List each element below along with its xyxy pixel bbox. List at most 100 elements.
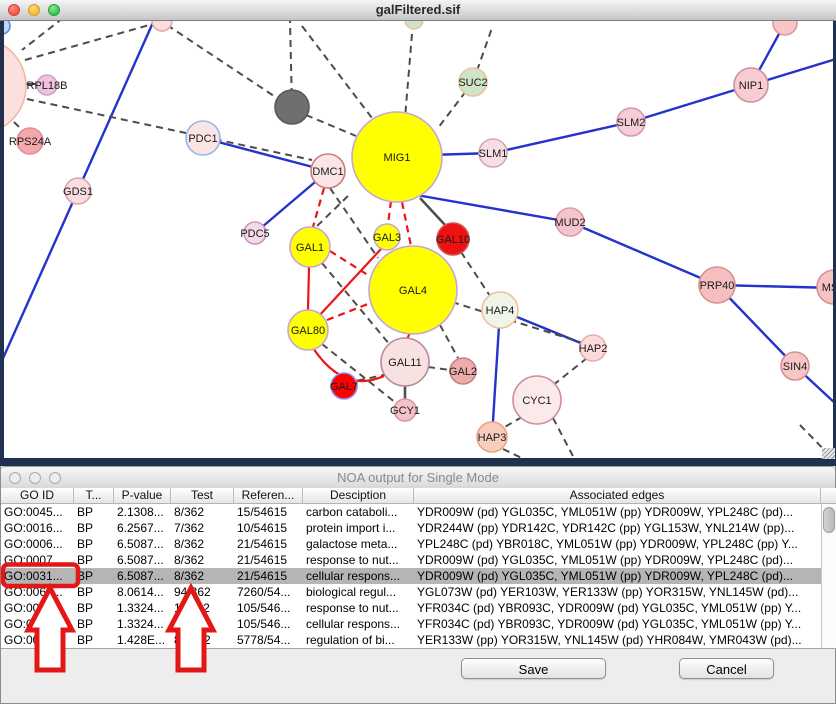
network-edge [440, 325, 458, 358]
table-cell: cellular respons... [303, 616, 414, 632]
network-edge [302, 26, 372, 118]
network-edge [27, 99, 312, 160]
resize-grip-icon[interactable] [822, 448, 835, 459]
table-cell: 6.5087... [114, 568, 171, 584]
table-cell: 21/54615 [234, 536, 303, 552]
node-label: MIG1 [384, 152, 411, 164]
vertical-scrollbar-thumb[interactable] [823, 507, 835, 533]
table-cell: GO:0016... [1, 520, 74, 536]
table-row[interactable]: GO:0031...BP1.3324...11/362105/546...cel… [1, 616, 821, 632]
network-edge [308, 267, 309, 310]
table-cell: 15/54615 [234, 504, 303, 520]
table-cell: 21/54615 [234, 552, 303, 568]
network-window-title: galFiltered.sif [0, 0, 836, 20]
table-cell: 8/362 [171, 504, 234, 520]
network-edge [330, 188, 378, 258]
table-row[interactable]: GO:0065...BP8.0614...94/3627260/54...bio… [1, 584, 821, 600]
node-label: HAP2 [579, 343, 608, 355]
table-cell: 8/362 [171, 536, 234, 552]
table-cell: 1.428E... [114, 632, 171, 648]
node-label: GCY1 [390, 405, 420, 417]
table-cell: 5778/54... [234, 632, 303, 648]
node-label: RPL18B [27, 80, 68, 92]
table-row[interactable]: GO:0016...BP6.2567...7/36210/54615protei… [1, 520, 821, 536]
network-edge [405, 22, 413, 118]
node-label: HAP4 [486, 305, 515, 317]
table-cell: GO:0045... [1, 504, 74, 520]
node-label: PDC5 [240, 228, 269, 240]
noa-window-titlebar[interactable]: NOA output for Single Mode [1, 466, 835, 490]
table-cell: 11/362 [171, 616, 234, 632]
network-edge [492, 310, 500, 437]
node-label: PRP40 [700, 280, 735, 292]
network-edge [167, 25, 280, 100]
table-cell: 80/362 [171, 632, 234, 648]
column-header[interactable]: Desciption [303, 488, 414, 504]
column-header[interactable]: Associated edges [414, 488, 821, 504]
table-cell: YDR009W (pd) YGL035C, YML051W (pp) YDR00… [414, 504, 821, 520]
screen: RPL18BRPS24AGDS1PDC1DMC1MIG1SUC2SLM1SLM2… [0, 0, 836, 704]
node-label: GAL1 [296, 242, 324, 254]
node-unnamed-gray[interactable] [275, 90, 309, 124]
table-cell: 10/54615 [234, 520, 303, 536]
table-cell: YDR244W (pp) YDR142C, YDR142C (pp) YGL15… [414, 520, 821, 536]
network-window-titlebar[interactable]: galFiltered.sif [0, 0, 836, 21]
table-cell: YGL073W (pd) YER103W, YER133W (pp) YOR31… [414, 584, 821, 600]
table-cell: BP [74, 536, 114, 552]
node-label: GAL2 [449, 366, 477, 378]
table-cell: 1.3324... [114, 600, 171, 616]
divider [1, 648, 836, 649]
network-edge [306, 115, 356, 136]
table-cell: 6.5087... [114, 552, 171, 568]
node-label: MUD2 [554, 217, 585, 229]
node-label: SLM2 [617, 117, 646, 129]
network-edge [552, 358, 587, 386]
column-header[interactable]: Test [171, 488, 234, 504]
table-cell: YFR034C (pd) YBR093C, YDR009W (pd) YGL03… [414, 600, 821, 616]
table-cell: 1.3324... [114, 616, 171, 632]
table-row[interactable]: GO:0031...BP6.5087...8/36221/54615cellul… [1, 568, 821, 584]
table-cell: BP [74, 584, 114, 600]
node-label: SUC2 [458, 77, 487, 89]
network-edge [428, 367, 450, 370]
table-cell: regulation of bi... [303, 632, 414, 648]
table-cell: 105/546... [234, 616, 303, 632]
table-cell: BP [74, 632, 114, 648]
table-row[interactable]: GO:0006...BP6.5087...8/36221/54615galact… [1, 536, 821, 552]
node-label: SIN4 [783, 361, 807, 373]
window-border-left [0, 20, 4, 458]
column-header[interactable]: Referen... [234, 488, 303, 504]
table-row[interactable]: GO:0031...BP1.3324...11/362105/546...res… [1, 600, 821, 616]
table-cell: protein import i... [303, 520, 414, 536]
table-cell: YER133W (pp) YOR315W, YNL145W (pd) YHR08… [414, 632, 821, 648]
table-cell: YPL248C (pd) YBR018C, YML051W (pp) YDR00… [414, 536, 821, 552]
table-cell: GO:0006... [1, 536, 74, 552]
save-button[interactable]: Save [461, 658, 606, 679]
table-cell: 94/362 [171, 584, 234, 600]
table-cell: cellular respons... [303, 568, 414, 584]
noa-output-window: NOA output for Single Mode GO IDT...P-va… [0, 466, 836, 704]
network-edge [570, 222, 717, 285]
column-header[interactable]: GO ID [1, 488, 74, 504]
node-label: RPS24A [9, 136, 52, 148]
table-cell: YFR034C (pd) YBR093C, YDR009W (pd) YGL03… [414, 616, 821, 632]
node-label: HAP3 [478, 432, 507, 444]
table-row[interactable]: GO:0050...BP1.428E...80/3625778/54...reg… [1, 632, 821, 648]
table-cell: YDR009W (pd) YGL035C, YML051W (pp) YDR00… [414, 568, 821, 584]
network-edge [22, 18, 63, 50]
column-header[interactable]: P-value [114, 488, 171, 504]
table-cell: 21/54615 [234, 568, 303, 584]
network-edge [388, 201, 391, 224]
table-cell: biological regul... [303, 584, 414, 600]
cancel-button[interactable]: Cancel [679, 658, 774, 679]
table-cell: BP [74, 600, 114, 616]
table-header[interactable]: GO IDT...P-valueTestReferen...Desciption… [1, 488, 836, 504]
table-cell: YDR009W (pd) YGL035C, YML051W (pp) YDR00… [414, 552, 821, 568]
column-header[interactable]: T... [74, 488, 114, 504]
network-canvas[interactable]: RPL18BRPS24AGDS1PDC1DMC1MIG1SUC2SLM1SLM2… [0, 0, 836, 458]
noa-table-body[interactable]: GO:0045...BP2.1308...8/36215/54615carbon… [1, 504, 821, 648]
table-row[interactable]: GO:0007...BP6.5087...8/36221/54615respon… [1, 552, 821, 568]
network-edge [14, 122, 23, 131]
network-edge [402, 202, 411, 246]
table-row[interactable]: GO:0045...BP2.1308...8/36215/54615carbon… [1, 504, 821, 520]
